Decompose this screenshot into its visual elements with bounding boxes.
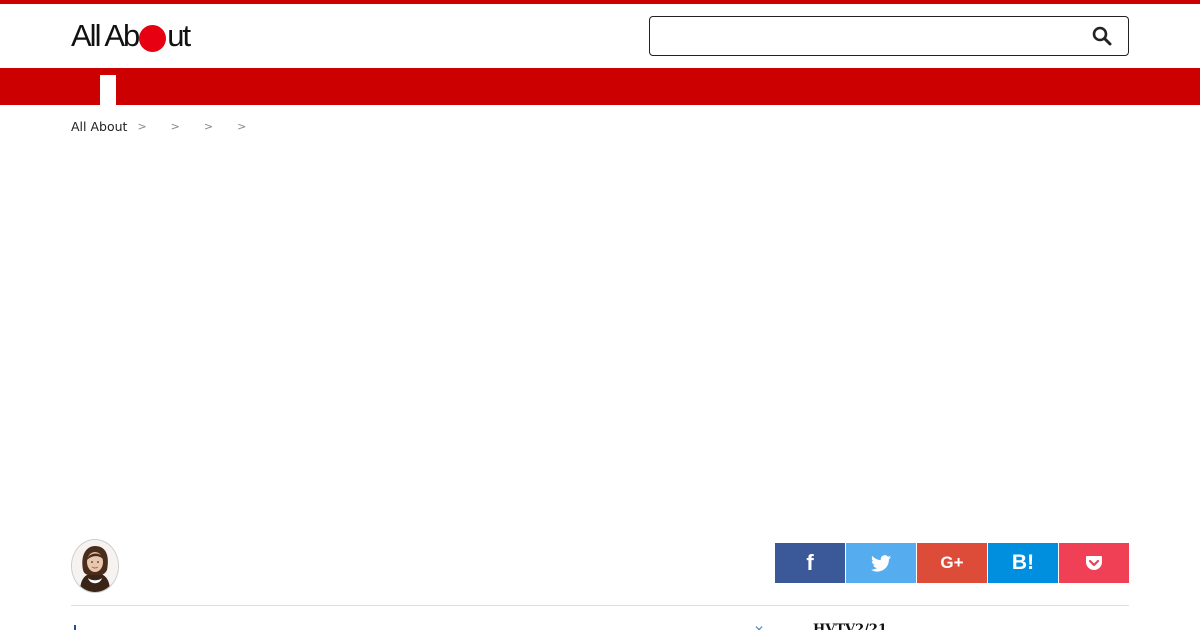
facebook-share-button[interactable]: f <box>775 543 845 583</box>
share-buttons: f G+ B! <box>775 543 1129 583</box>
twitter-share-button[interactable] <box>846 543 916 583</box>
pocket-icon <box>1086 556 1102 570</box>
author-avatar[interactable] <box>71 539 119 593</box>
section-divider <box>71 605 1129 606</box>
bottom-snippet-text: HVTV2/21 <box>813 622 888 630</box>
global-nav-bar <box>0 68 1200 105</box>
top-accent-bar <box>0 0 1200 4</box>
search-icon[interactable] <box>1092 26 1112 46</box>
breadcrumb-separator: > <box>203 119 214 133</box>
bottom-link-marker <box>74 625 76 630</box>
close-icon[interactable]: ✕ <box>754 624 766 630</box>
breadcrumb: All About > > > > <box>71 117 258 135</box>
twitter-icon <box>871 554 891 572</box>
pocket-share-button[interactable] <box>1059 543 1129 583</box>
facebook-icon: f <box>806 550 814 575</box>
logo-text-start: All Ab <box>71 18 140 53</box>
site-logo[interactable]: All Ab ut <box>71 16 191 56</box>
search-input[interactable] <box>660 23 1084 51</box>
breadcrumb-separator: > <box>137 119 147 133</box>
hatena-bookmark-share-button[interactable]: B! <box>988 543 1058 583</box>
nav-tab-active[interactable] <box>100 75 116 105</box>
google-plus-icon: G+ <box>940 553 964 572</box>
logo-text-end: ut <box>167 18 191 53</box>
google-plus-share-button[interactable]: G+ <box>917 543 987 583</box>
hatena-bookmark-icon: B! <box>1011 551 1035 574</box>
author-portrait-icon <box>72 540 118 592</box>
breadcrumb-separator: > <box>170 119 180 133</box>
breadcrumb-home-link[interactable]: All About <box>71 119 127 134</box>
breadcrumb-separator: > <box>237 119 247 133</box>
search-box[interactable] <box>649 16 1129 56</box>
logo-dot-icon <box>139 24 167 52</box>
